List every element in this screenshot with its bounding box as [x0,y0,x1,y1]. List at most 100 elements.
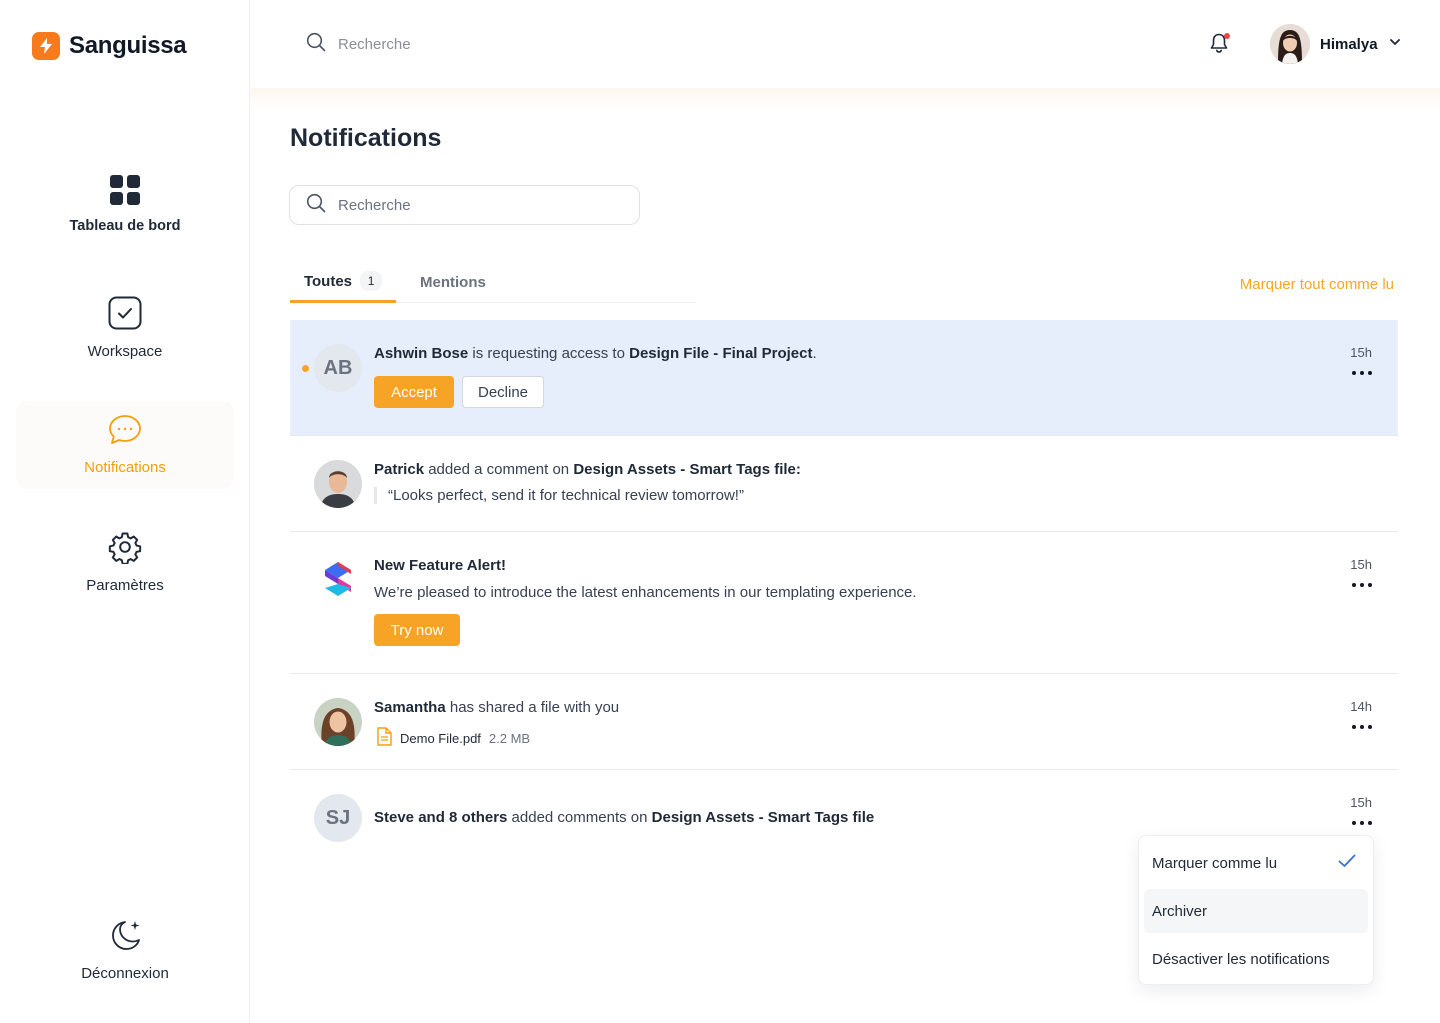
check-square-icon [108,296,142,335]
notification-action: is requesting access to [468,345,630,362]
notification-body: We’re pleased to introduce the latest en… [374,584,917,601]
notification-action: added a comment on [424,461,574,478]
sidebar-item-settings[interactable]: Paramètres [16,518,234,606]
notification-action: has shared a file with you [445,699,620,716]
bell-icon [1208,33,1230,58]
topbar-shadow [250,88,1440,110]
dot [1352,583,1356,587]
logout-button[interactable]: Déconnexion [16,906,234,994]
check-icon [1338,854,1356,872]
decline-button[interactable]: Decline [462,376,544,408]
dot [1352,725,1356,729]
grid-icon [110,174,140,210]
moon-sparkle-icon [107,918,143,957]
timestamp: 15h [1350,345,1372,360]
topbar: Himalya [250,0,1440,88]
unread-dot [302,365,309,372]
dot [1360,371,1364,375]
avatar [314,698,362,746]
dot [1368,583,1372,587]
avatar: SJ [314,794,362,842]
bolt-icon [32,32,60,60]
user-name: Himalya [1320,35,1378,53]
feature-title: New Feature Alert! [374,557,506,574]
actor-name: Patrick [374,461,425,478]
notification-text: Ashwin Bose is requesting access to Desi… [374,345,817,362]
dot [1352,821,1356,825]
accept-button[interactable]: Accept [374,376,454,408]
actor-name: Samantha [374,699,446,716]
more-options-button[interactable] [1352,583,1372,589]
app-logo-icon [314,556,362,604]
mark-all-read-link[interactable]: Marquer tout comme lu [1240,276,1394,293]
notification-title: New Feature Alert! [374,557,506,574]
menu-item-label: Marquer comme lu [1152,854,1278,872]
dot [1360,583,1364,587]
notifications-search [289,185,640,225]
sidebar-item-workspace[interactable]: Workspace [16,284,234,372]
file-name: Demo File.pdf [400,730,481,746]
sidebar-item-label: Notifications [84,459,166,476]
menu-item-label: Archiver [1152,902,1208,920]
more-options-button[interactable] [1352,725,1372,731]
search-icon [306,32,326,57]
top-search-input[interactable] [338,36,638,53]
tab-mentions[interactable]: Mentions [420,262,486,303]
top-search [306,32,638,57]
file-size: 2.2 MB [488,730,531,746]
notification-action: added comments on [507,809,652,826]
sidebar-item-label: Workspace [87,343,163,360]
try-now-button[interactable]: Try now [374,614,460,646]
dot [1352,371,1356,375]
sidebar-item-label: Tableau de bord [69,217,181,234]
tab-all[interactable]: Toutes 1 [290,262,396,303]
logout-label: Déconnexion [81,965,169,982]
tab-label: Toutes [303,272,353,290]
dot [1368,371,1372,375]
timestamp: 14h [1350,699,1372,714]
search-icon [306,193,326,218]
dot [1368,725,1372,729]
count-badge: 1 [360,271,383,291]
chevron-down-icon [1388,35,1402,54]
target-name: Design File - Final Project [629,345,813,362]
tab-label: Mentions [420,274,486,291]
notifications-search-input[interactable] [338,196,618,214]
dot [1360,725,1364,729]
menu-item-mark-read[interactable]: Marquer comme lu [1144,841,1368,885]
notification-suffix: . [812,345,817,362]
sidebar-item-dashboard[interactable]: Tableau de bord [16,160,234,248]
dot [1368,821,1372,825]
avatar: AB [314,344,362,392]
more-options-button[interactable] [1352,371,1372,377]
sidebar-item-notifications[interactable]: Notifications [16,401,234,489]
brand-name: Sanguissa [69,32,187,59]
avatar [314,460,362,508]
page-title: Notifications [290,124,442,152]
brand[interactable]: Sanguissa [32,32,187,60]
sidebar-item-label: Paramètres [86,577,164,594]
bell-unread-dot [1224,33,1230,39]
actor-name: Ashwin Bose [374,345,469,362]
avatar [1270,24,1310,64]
notification-item[interactable]: Samantha has shared a file with you Demo… [290,674,1398,770]
menu-item-label: Désactiver les notifications [1152,950,1330,968]
notification-text: Patrick added a comment on Design Assets… [374,461,801,478]
chat-bubble-icon [108,414,142,451]
file-attachment[interactable]: Demo File.pdf 2.2 MB [376,727,530,749]
file-icon [376,727,392,749]
timestamp: 15h [1350,557,1372,572]
more-options-button[interactable] [1352,821,1372,827]
notification-item[interactable]: Patrick added a comment on Design Assets… [290,436,1398,532]
actor-name: Steve and 8 others [374,809,508,826]
menu-item-disable-notifications[interactable]: Désactiver les notifications [1144,937,1368,981]
notifications-bell-button[interactable] [1208,32,1230,54]
notification-item[interactable]: New Feature Alert! We’re pleased to intr… [290,532,1398,674]
notification-text: Steve and 8 others added comments on Des… [374,809,874,826]
notification-item[interactable]: AB Ashwin Bose is requesting access to D… [290,320,1398,436]
gear-icon [108,530,142,569]
user-menu[interactable]: Himalya [1270,24,1402,64]
dot [1360,821,1364,825]
menu-item-archive[interactable]: Archiver [1144,889,1368,933]
notification-text: Samantha has shared a file with you [374,699,619,716]
